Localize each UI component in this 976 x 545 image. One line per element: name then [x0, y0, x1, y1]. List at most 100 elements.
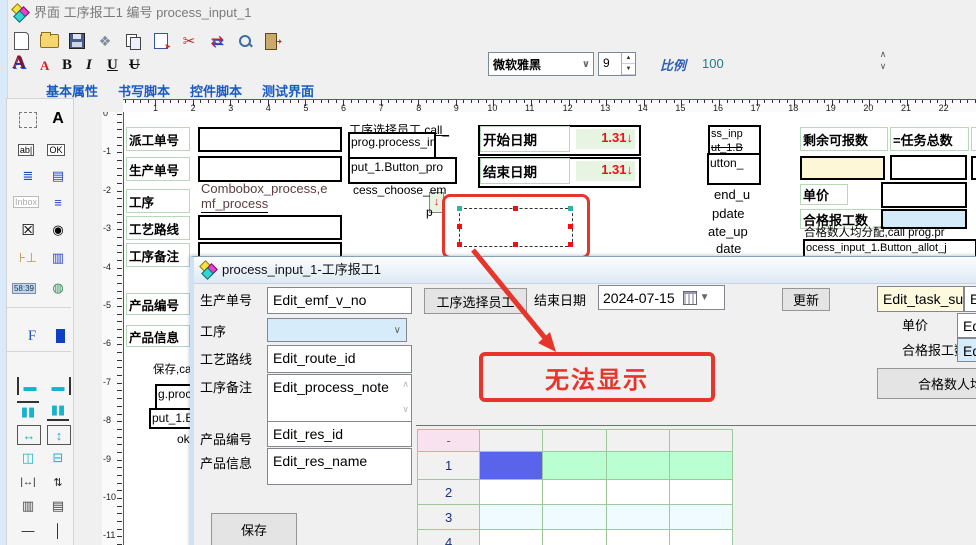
grid-cell[interactable]	[607, 452, 670, 480]
strikethrough-button[interactable]: U	[129, 54, 140, 74]
canvas-third-input-sliver[interactable]	[971, 156, 976, 180]
dialog-grid-table[interactable]: -1234	[417, 429, 733, 545]
grid-cell[interactable]	[543, 430, 606, 452]
dlg-end-date-picker[interactable]: 2024-07-15 ▼	[598, 285, 725, 310]
center-horizontal-icon[interactable]: ◫	[17, 449, 39, 467]
side-spinner[interactable]: ∧∨	[876, 48, 890, 74]
grid-cell[interactable]	[670, 430, 733, 452]
selection-handle[interactable]	[457, 224, 462, 229]
selection-handle[interactable]	[513, 242, 518, 247]
update-button[interactable]: 更新	[782, 288, 830, 311]
grid-cell[interactable]	[670, 505, 733, 530]
canvas-input-route[interactable]	[198, 215, 342, 240]
grid-cell[interactable]	[480, 530, 543, 545]
grid-cell[interactable]	[543, 505, 606, 530]
align-left-icon[interactable]: ▬	[17, 377, 41, 395]
fill-tool-icon[interactable]	[49, 327, 71, 345]
v-spacing-icon[interactable]: ⇅	[47, 473, 69, 491]
spin-down-icon[interactable]: ▼	[622, 64, 635, 75]
center-vertical-icon[interactable]: ⊟	[47, 449, 69, 467]
canvas-endupdate-box2[interactable]: utton_	[707, 153, 761, 185]
selection-handle[interactable]	[568, 206, 573, 211]
canvas-input-prod-no[interactable]	[198, 156, 342, 182]
align-top-icon[interactable]: ▮▮	[17, 401, 39, 421]
choose-employee-button[interactable]: 工序选择员工	[424, 288, 527, 314]
row-label-cell[interactable]: 1	[418, 452, 480, 480]
list-tool-icon[interactable]: ≡	[47, 193, 69, 211]
spin-up-icon[interactable]: ▲	[622, 53, 635, 64]
row-label-cell[interactable]: 2	[418, 480, 480, 505]
dlg-task-edit[interactable]: Edit_task_sur	[877, 286, 964, 312]
canvas-label-route[interactable]: 工艺路线	[126, 216, 190, 240]
time-tool-icon[interactable]: 58:39	[13, 279, 35, 297]
tab-test-ui[interactable]: 测试界面	[262, 81, 314, 100]
canvas-label-res-name[interactable]: 产品信息	[126, 325, 190, 347]
scrollbar[interactable]: ∧∨	[402, 379, 409, 415]
disabled-box-tool-icon[interactable]: Inbox	[15, 193, 37, 211]
grid-cell[interactable]	[670, 480, 733, 505]
combobox-tool-icon[interactable]: ▥	[47, 249, 69, 267]
same-width-icon[interactable]: ↔	[17, 425, 41, 445]
underline-button[interactable]: U	[107, 54, 118, 74]
allot-button[interactable]: 合格数人均分	[877, 368, 976, 399]
selection-handle[interactable]	[568, 242, 573, 247]
canvas-label-process[interactable]: 工序	[126, 189, 190, 213]
dlg-input-note[interactable]: Edit_process_note ∧∨	[267, 374, 412, 423]
row-label-cell[interactable]: 3	[418, 505, 480, 530]
swap-icon[interactable]: ⇄	[206, 31, 228, 51]
grid-cell[interactable]	[543, 480, 606, 505]
preview-icon[interactable]: ❖	[94, 31, 116, 51]
web-tool-icon[interactable]: ◍	[47, 279, 69, 297]
grid-cell[interactable]	[543, 530, 606, 545]
grid-cell[interactable]	[607, 530, 670, 545]
canvas-choose-btn-box1[interactable]: prog.process_in	[348, 132, 436, 159]
font-size-stepper[interactable]: 9 ▲▼	[598, 52, 636, 76]
grid-cell[interactable]	[607, 430, 670, 452]
memo-tool-icon[interactable]: ≣	[17, 167, 39, 185]
align-right-icon[interactable]: ▬	[47, 377, 71, 395]
align-bottom-icon[interactable]: ▮▮	[47, 401, 69, 421]
save-button[interactable]: 保存	[211, 513, 297, 545]
grid-cell[interactable]	[543, 452, 606, 480]
new-icon[interactable]	[10, 31, 32, 51]
paste-icon[interactable]	[150, 31, 172, 51]
grid-cell[interactable]	[607, 480, 670, 505]
exit-icon[interactable]	[260, 31, 282, 51]
selection-handle[interactable]	[457, 242, 462, 247]
grid-cell[interactable]	[480, 452, 543, 480]
tree-tool-icon[interactable]: ⊦⊥	[17, 249, 39, 267]
row-label-cell[interactable]: -	[418, 430, 480, 452]
canvas-label-process-note[interactable]: 工序备注	[126, 243, 190, 267]
select-tool-icon[interactable]	[17, 111, 39, 129]
same-height-icon[interactable]: ↕	[47, 425, 71, 445]
grid-cell[interactable]	[670, 530, 733, 545]
radio-tool-icon[interactable]: ◉	[47, 221, 69, 239]
canvas-unit-price-input[interactable]	[881, 182, 967, 208]
dlg-unit-price-edit[interactable]: Edit	[957, 313, 976, 338]
dlg-input-prod-no[interactable]: Edit_emf_v_no	[267, 287, 412, 314]
canvas-choose-btn-box2[interactable]: put_1.Button_pro	[348, 157, 457, 184]
checkbox-tool-icon[interactable]: ☒	[17, 221, 39, 239]
canvas-save-frag3[interactable]: put_1.B	[149, 408, 196, 429]
italic-button[interactable]: I	[86, 54, 92, 74]
canvas-label-prod-no[interactable]: 生产单号	[126, 157, 190, 181]
dlg-process-combobox[interactable]: ∨	[267, 318, 407, 342]
tab-write-script[interactable]: 书写脚本	[118, 81, 170, 100]
font-small-a-button[interactable]: A	[40, 54, 49, 74]
v-line-tool-icon[interactable]: │	[47, 521, 69, 539]
view-icon[interactable]	[234, 31, 256, 51]
split-rows-icon[interactable]: ▤	[47, 497, 69, 515]
split-columns-icon[interactable]: ▥	[17, 497, 39, 515]
canvas-input-dispatch-no[interactable]	[198, 127, 342, 152]
dlg-input-res-name[interactable]: Edit_res_name	[267, 448, 412, 485]
canvas-remain-input[interactable]	[800, 156, 885, 180]
grid-cell[interactable]	[480, 430, 543, 452]
row-label-cell[interactable]: 4	[418, 530, 480, 545]
canvas-task-total-input[interactable]	[890, 155, 967, 180]
copy-icon[interactable]	[122, 31, 144, 51]
textbox-tool-icon[interactable]: ab|	[15, 141, 37, 159]
canvas-label-dispatch-no[interactable]: 派工单号	[126, 127, 190, 151]
dlg-qualified-edit[interactable]: Edit	[957, 338, 976, 362]
dlg-input-res-id[interactable]: Edit_res_id	[267, 421, 412, 447]
bold-button[interactable]: B	[62, 54, 72, 74]
